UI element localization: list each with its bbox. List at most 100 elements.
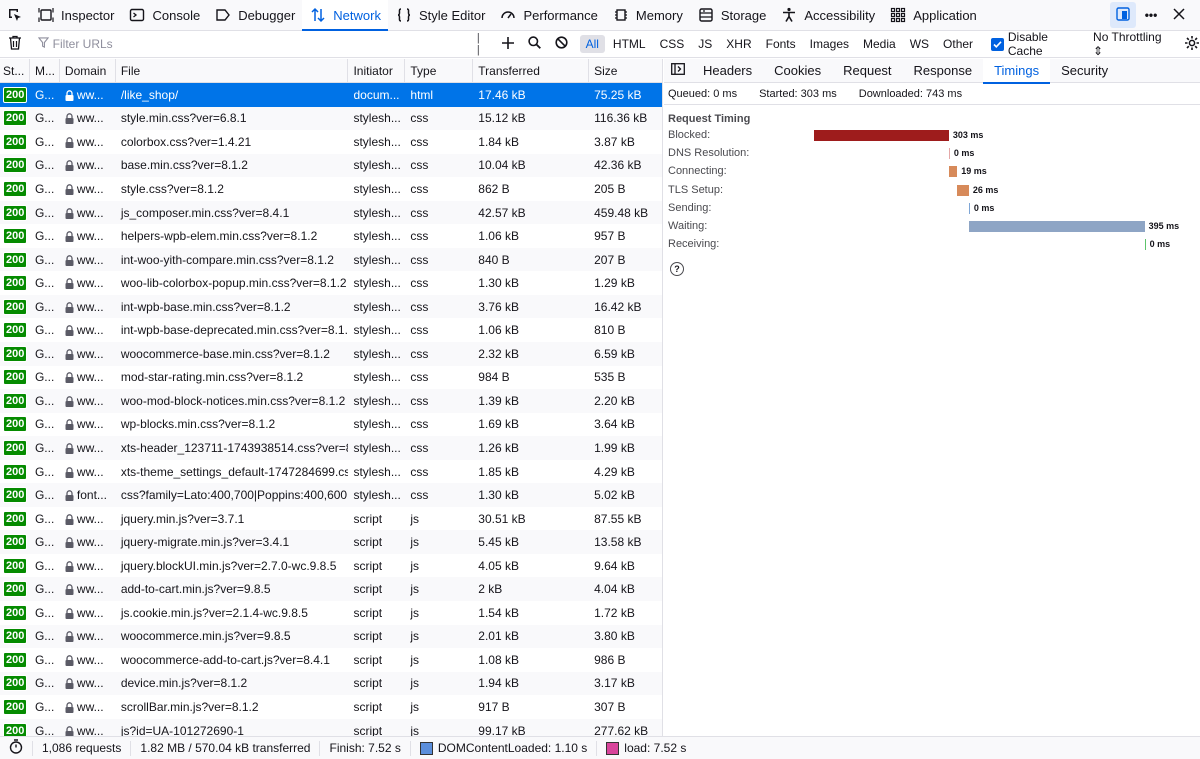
column-size[interactable]: Size xyxy=(589,59,662,82)
close-toolbox-button[interactable] xyxy=(1166,2,1192,28)
request-row[interactable]: 200 G... ww... wp-blocks.min.css?ver=8.1.2 s… xyxy=(0,413,662,437)
request-row[interactable]: 200 G... ww... woocommerce.min.js?ver=9.8.5… xyxy=(0,624,662,649)
responsive-design-button[interactable] xyxy=(1110,2,1136,28)
filter-media[interactable]: Media xyxy=(857,35,902,53)
request-row[interactable]: 200 G... ww... js?id=UA-101272690-1 script js… xyxy=(0,718,662,736)
request-row[interactable]: 200 G... ww... woo-lib-colorbox-popup.min.c… xyxy=(0,271,662,295)
domain-text: ww... xyxy=(76,205,104,220)
request-row[interactable]: 200 G... ww... style.min.css?ver=6.8.1 style… xyxy=(0,106,662,131)
disable-cache-checkbox[interactable] xyxy=(991,37,1004,51)
request-row[interactable]: 200 G... ww... base.min.css?ver=8.1.2 styles… xyxy=(0,153,662,178)
storage-icon xyxy=(697,6,715,24)
request-row[interactable]: 200 G... ww... jquery-migrate.min.js?ver=3.… xyxy=(0,530,662,554)
clear-requests-button[interactable] xyxy=(0,35,30,53)
details-tab-timings[interactable]: Timings xyxy=(983,58,1051,84)
domain-cell: ww... xyxy=(60,465,116,479)
request-row[interactable]: 200 G... ww... xts-theme_settings_default-1… xyxy=(0,460,662,484)
file-cell: jquery-migrate.min.js?ver=3.4.1 xyxy=(120,535,290,550)
request-row[interactable]: 200 G... ww... woocommerce-base.min.css?ver… xyxy=(0,342,662,366)
column-file[interactable]: File xyxy=(116,59,349,82)
tab-debugger[interactable]: Debugger xyxy=(207,0,302,30)
request-row[interactable]: 200 G... ww... woo-mod-block-notices.min.cs… xyxy=(0,389,662,413)
details-tab-request[interactable]: Request xyxy=(832,59,902,83)
details-tab-response[interactable]: Response xyxy=(903,59,984,83)
filter-xhr[interactable]: XHR xyxy=(720,35,757,53)
filter-html[interactable]: HTML xyxy=(607,35,652,53)
block-url-icon[interactable] xyxy=(554,36,568,52)
tab-style-editor[interactable]: Style Editor xyxy=(388,0,492,30)
size-cell: 9.64 kB xyxy=(594,558,635,573)
request-row[interactable]: 200 G... ww... colorbox.css?ver=1.4.21 style… xyxy=(0,130,662,154)
lock-icon xyxy=(65,725,74,736)
file-cell: add-to-cart.min.js?ver=9.8.5 xyxy=(120,582,271,597)
lock-icon xyxy=(65,655,74,666)
disable-cache-toggle[interactable]: Disable Cache xyxy=(991,30,1085,58)
performance-analysis-button[interactable] xyxy=(0,739,33,756)
domain-text: ww... xyxy=(76,723,104,736)
pause-button[interactable]: | | xyxy=(477,32,488,56)
request-row[interactable]: 200 G... ww... int-wpb-base-deprecated.min.… xyxy=(0,318,662,342)
filter-all[interactable]: All xyxy=(579,35,605,53)
filter-css[interactable]: CSS xyxy=(654,35,691,53)
filter-js[interactable]: JS xyxy=(692,35,718,53)
tab-console[interactable]: Console xyxy=(121,0,207,30)
filter-ws[interactable]: WS xyxy=(904,35,935,53)
request-row[interactable]: 200 G... ww... jquery.blockUI.min.js?ver=2.… xyxy=(0,554,662,578)
column-method[interactable]: M... xyxy=(30,59,60,82)
method-cell: G... xyxy=(34,87,55,102)
details-tab-security[interactable]: Security xyxy=(1050,59,1119,83)
more-options-button[interactable]: ••• xyxy=(1138,2,1164,28)
request-row[interactable]: 200 G... ww... mod-star-rating.min.css?ver=… xyxy=(0,366,662,390)
network-statusbar: 1,086 requests 1.82 MB / 570.04 kB trans… xyxy=(0,736,1200,759)
method-cell: G... xyxy=(34,582,55,597)
filter-other[interactable]: Other xyxy=(937,35,979,53)
column-initiator[interactable]: Initiator xyxy=(348,59,406,82)
transferred-cell: 1.30 kB xyxy=(478,276,519,291)
throttling-select[interactable]: No Throttling ⇕ xyxy=(1093,30,1174,58)
status-badge: 200 xyxy=(3,510,28,527)
details-tab-cookies[interactable]: Cookies xyxy=(763,59,832,83)
column-transferred[interactable]: Transferred xyxy=(473,59,590,82)
tab-storage[interactable]: Storage xyxy=(690,0,774,30)
search-icon[interactable] xyxy=(527,36,541,52)
request-row[interactable]: 200 G... ww... device.min.js?ver=8.1.2 scrip… xyxy=(0,671,662,696)
initiator-cell: stylesh... xyxy=(353,276,401,291)
request-row[interactable]: 200 G... ww... scrollBar.min.js?ver=8.1.2 sc… xyxy=(0,695,662,719)
column-status[interactable]: St... xyxy=(0,59,30,82)
request-row[interactable]: 200 G... ww... int-woo-yith-compare.min.css… xyxy=(0,247,662,272)
request-row[interactable]: 200 G... ww... js.cookie.min.js?ver=2.1.4-w… xyxy=(0,601,662,625)
domain-cell: ww... xyxy=(60,135,116,149)
tab-accessibility[interactable]: Accessibility xyxy=(773,0,882,30)
tab-application[interactable]: Application xyxy=(882,0,984,30)
column-domain[interactable]: Domain xyxy=(60,59,116,82)
tab-performance[interactable]: Performance xyxy=(492,0,604,30)
tab-memory[interactable]: Memory xyxy=(605,0,690,30)
request-row[interactable]: 200 G... ww... style.css?ver=8.1.2 stylesh..… xyxy=(0,177,662,201)
tab-network[interactable]: Network xyxy=(302,0,388,31)
filter-images[interactable]: Images xyxy=(804,35,855,53)
details-tab-headers[interactable]: Headers xyxy=(692,59,763,83)
request-row[interactable]: 200 G... ww... /like_shop/docum... html 17.46… xyxy=(0,83,662,107)
add-request-icon[interactable] xyxy=(501,36,514,52)
column-type[interactable]: Type xyxy=(405,59,474,82)
file-cell: woo-lib-colorbox-popup.min.css?ver=8.1.2 xyxy=(120,276,347,291)
request-row[interactable]: 200 G... ww... add-to-cart.min.js?ver=9.8.5… xyxy=(0,577,662,602)
domain-cell: ww... xyxy=(60,700,116,714)
tab-inspector[interactable]: Inspector xyxy=(30,0,121,30)
domain-cell: ww... xyxy=(60,158,116,172)
filter-fonts[interactable]: Fonts xyxy=(760,35,802,53)
toggle-sidebar-button[interactable] xyxy=(664,63,692,78)
request-row[interactable]: 200 G... ww... woocommerce-add-to-cart.js?v… xyxy=(0,648,662,672)
filter-urls-input[interactable]: Filter URLs xyxy=(30,37,465,51)
request-row[interactable]: 200 G... ww... js_composer.min.css?ver=8.4.… xyxy=(0,200,662,225)
request-row[interactable]: 200 G... font... css?family=Lato:400,700|Po… xyxy=(0,483,662,507)
request-row[interactable]: 200 G... ww... helpers-wpb-elem.min.css?ver… xyxy=(0,224,662,248)
help-icon[interactable]: ? xyxy=(670,262,684,277)
request-row[interactable]: 200 G... ww... int-wpb-base.min.css?ver=8.1… xyxy=(0,294,662,319)
request-row[interactable]: 200 G... ww... jquery.min.js?ver=3.7.1 scrip… xyxy=(0,507,662,531)
request-row[interactable]: 200 G... ww... xts-header_123711-1743938514… xyxy=(0,436,662,460)
size-cell: 2.20 kB xyxy=(594,393,635,408)
element-picker-button[interactable] xyxy=(0,0,30,30)
timing-row: Connecting: 19 ms xyxy=(664,163,1200,181)
network-settings-button[interactable] xyxy=(1184,35,1200,54)
